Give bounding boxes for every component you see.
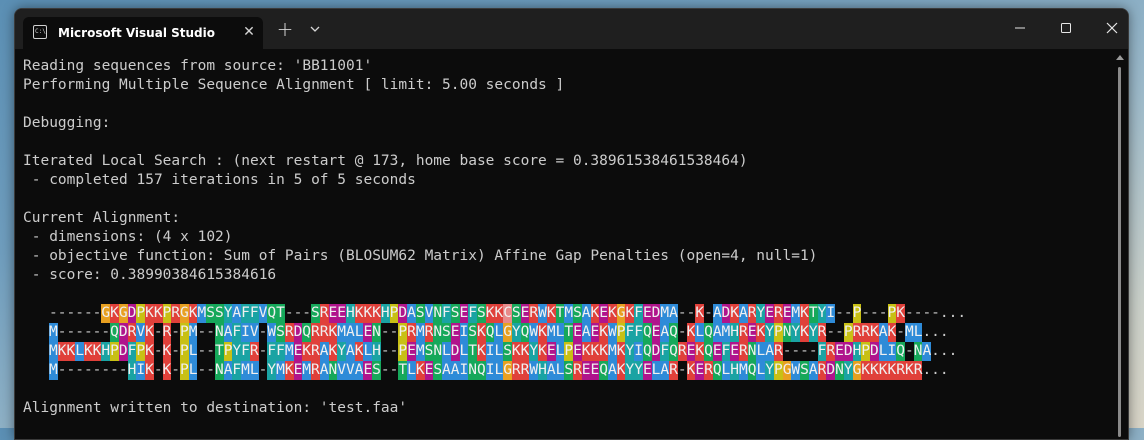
console-line-footer: Alignment written to destination: 'test.… [23, 400, 408, 416]
console-line: - completed 157 iterations in 5 of 5 sec… [23, 172, 416, 188]
console-icon: C:\ [33, 25, 47, 39]
console-output: Reading sequences from source: 'BB11001'… [15, 49, 1112, 439]
console-line: Reading sequences from source: 'BB11001' [23, 58, 373, 74]
tab-dropdown-button[interactable] [305, 19, 325, 39]
console-line: - dimensions: (4 x 102) [23, 229, 233, 245]
console-line: Current Alignment: [23, 210, 181, 226]
console-line: - objective function: Sum of Pairs (BLOS… [23, 248, 818, 264]
close-window-button[interactable] [1099, 15, 1125, 41]
minimize-icon [1015, 27, 1025, 29]
chevron-down-icon [310, 26, 320, 32]
minimize-button[interactable] [1007, 15, 1033, 41]
maximize-icon [1061, 23, 1071, 33]
maximize-button[interactable] [1053, 15, 1079, 41]
scroll-thumb[interactable] [1118, 67, 1121, 437]
tab-title: Microsoft Visual Studio Debug Console [58, 26, 218, 40]
title-bar: C:\ Microsoft Visual Studio Debug Consol… [15, 9, 1128, 49]
console-line: Iterated Local Search : (next restart @ … [23, 153, 748, 169]
alignment-sequence: M--------HIK-K-PL--NAFML-YMKEMRANVVAES--… [49, 361, 949, 380]
console-line: - score: 0.38990384615384616 [23, 267, 277, 283]
new-tab-button[interactable]: + [275, 19, 295, 39]
console-line: Debugging: [23, 115, 111, 131]
close-icon [1106, 22, 1118, 34]
terminal-window: C:\ Microsoft Visual Studio Debug Consol… [14, 8, 1129, 440]
scroll-up-arrow-icon[interactable] [1116, 55, 1124, 60]
console-line: Performing Multiple Sequence Alignment [… [23, 77, 565, 93]
alignment-sequence: MKKLKKHPDFPK-K-PL--TPYFR-FFMEKRAKYAKLH--… [49, 342, 958, 361]
alignment-sequence: ------GKGDPKKPRGKMSSYAFFVQT---SREEHKKKHP… [49, 304, 967, 323]
close-tab-button[interactable]: ✕ [240, 23, 258, 41]
terminal-tab[interactable]: C:\ Microsoft Visual Studio Debug Consol… [23, 17, 263, 49]
vertical-scrollbar[interactable] [1112, 49, 1128, 439]
alignment-sequence: M------QDRVK-R-PM--NAFIV-WSRDQRRKMALEN--… [49, 323, 949, 342]
